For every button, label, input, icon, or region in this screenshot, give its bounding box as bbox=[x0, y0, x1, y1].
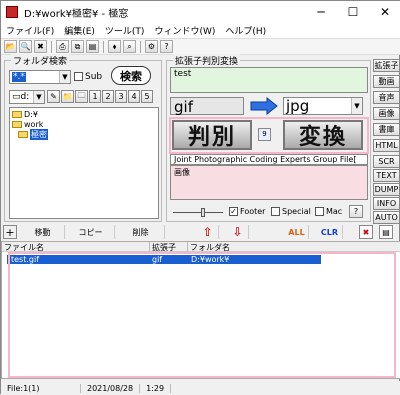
move-down-button[interactable]: ⇩ bbox=[227, 225, 249, 239]
from-extension-field[interactable]: gif bbox=[170, 97, 244, 116]
help-icon[interactable]: ? bbox=[160, 40, 173, 53]
menu-file[interactable]: ファイル(F) bbox=[1, 24, 59, 37]
chevron-down-icon[interactable]: ▼ bbox=[351, 98, 362, 114]
side-archive-button[interactable]: 書庫 bbox=[373, 123, 400, 136]
quality-slider[interactable] bbox=[173, 207, 223, 217]
side-auto-button[interactable]: AUTO bbox=[373, 211, 400, 224]
status-file-count: File:1(1) bbox=[1, 383, 81, 393]
arrow-right-icon bbox=[249, 96, 279, 116]
toolbar: 📂 🔍 ✖ ⎙ ⧉ ▤ ⬧ ⌕ ⚙ ? bbox=[1, 38, 400, 55]
side-text-button[interactable]: TEXT bbox=[373, 169, 400, 182]
search-icon[interactable]: 🔍 bbox=[19, 40, 32, 53]
copy-button[interactable]: コピー bbox=[67, 225, 115, 239]
chevron-down-icon[interactable]: ▼ bbox=[33, 91, 44, 103]
action-bar: + 移動 コピー 削除 ⇧ ⇩ ALL CLR ✖ ▤ bbox=[1, 225, 400, 239]
folder-up-icon[interactable]: 📁 bbox=[61, 90, 74, 103]
column-filename[interactable]: ファイル名 bbox=[2, 242, 150, 252]
side-dump-button[interactable]: DUMP bbox=[373, 183, 400, 196]
find-icon[interactable]: ⌕ bbox=[123, 40, 136, 53]
nav-button-1[interactable]: 1 bbox=[89, 90, 101, 103]
settings-icon[interactable]: ⚙ bbox=[145, 40, 158, 53]
side-scr-button[interactable]: SCR bbox=[373, 155, 400, 168]
close-button[interactable]: ✕ bbox=[369, 1, 400, 23]
folder-search-label: フォルダ検索 bbox=[11, 54, 70, 67]
title-bar: D:¥work¥極密¥ - 極窓 ─ ☐ ✕ bbox=[1, 1, 400, 23]
sub-checkbox[interactable]: Sub bbox=[74, 72, 102, 82]
side-info-button[interactable]: INFO bbox=[373, 197, 400, 210]
copy-icon[interactable]: ⧉ bbox=[71, 40, 84, 53]
count-field: 9 bbox=[258, 128, 271, 141]
converter-group: 拡張子判別変換 test gif jpg ▼ 判別 9 変換 Joint Pho… bbox=[166, 54, 371, 222]
move-up-button[interactable]: ⇧ bbox=[197, 225, 219, 239]
side-html-button[interactable]: HTML bbox=[373, 139, 400, 152]
chevron-down-icon[interactable]: ▼ bbox=[59, 71, 70, 83]
side-extension-button[interactable]: 拡張子 bbox=[373, 59, 400, 72]
status-bar: File:1(1) 2021/08/28 1:29 bbox=[1, 381, 400, 395]
app-icon bbox=[6, 6, 18, 18]
tree-item-gokumitsu[interactable]: 極密 bbox=[18, 129, 48, 140]
column-extension[interactable]: 拡張子 bbox=[150, 242, 188, 252]
tree-item-work[interactable]: work bbox=[12, 120, 43, 129]
add-button[interactable]: + bbox=[3, 225, 17, 239]
nav-button-4[interactable]: 4 bbox=[128, 90, 140, 103]
folder-icon bbox=[18, 131, 28, 138]
nav-button-5[interactable]: 5 bbox=[141, 90, 153, 103]
move-button[interactable]: 移動 bbox=[21, 225, 65, 239]
edit-icon[interactable]: ✎ bbox=[47, 90, 60, 103]
drive-combo[interactable]: ▭ d: ▼ bbox=[9, 90, 45, 104]
search-button[interactable]: 検索 bbox=[111, 66, 151, 85]
status-date: 2021/08/28 bbox=[81, 383, 141, 393]
file-list-highlight bbox=[8, 252, 396, 378]
category-field: 画像 bbox=[170, 165, 368, 200]
description-field: Joint Photographic Coding Experts Group … bbox=[170, 154, 368, 165]
delete-button[interactable]: 削除 bbox=[117, 225, 165, 239]
new-folder-icon[interactable]: 🗀 bbox=[75, 90, 88, 103]
converter-label: 拡張子判別変換 bbox=[173, 54, 241, 67]
tree-item-drive[interactable]: D:¥ bbox=[12, 110, 38, 119]
folder-tree[interactable]: D:¥ work 極密 bbox=[9, 107, 159, 219]
side-video-button[interactable]: 動画 bbox=[373, 75, 400, 88]
identify-button[interactable]: 判別 bbox=[172, 120, 252, 150]
delete-icon[interactable]: ✖ bbox=[34, 40, 47, 53]
file-list[interactable]: ファイル名 拡張子 フォルダ名 test.gif gif D:¥work¥ bbox=[1, 241, 400, 379]
side-audio-button[interactable]: 音声 bbox=[373, 91, 400, 104]
side-image-button[interactable]: 画像 bbox=[373, 107, 400, 120]
help-button[interactable]: ? bbox=[349, 205, 363, 218]
menu-window[interactable]: ウィンドウ(W) bbox=[149, 24, 220, 37]
window-title: D:¥work¥極密¥ - 極窓 bbox=[24, 8, 129, 20]
save-list-icon[interactable]: ▤ bbox=[379, 225, 393, 239]
status-time: 1:29 bbox=[140, 383, 172, 393]
main-window: D:¥work¥極密¥ - 極窓 ─ ☐ ✕ ファイル(F) 編集(E) ツール… bbox=[0, 0, 400, 395]
open-folder-icon[interactable]: 📂 bbox=[4, 40, 17, 53]
footer-checkbox[interactable]: Footer bbox=[229, 207, 265, 216]
clear-button[interactable]: CLR bbox=[317, 225, 343, 239]
pattern-combo[interactable]: *.* ▼ bbox=[9, 70, 71, 84]
file-list-header: ファイル名 拡張子 フォルダ名 bbox=[2, 242, 400, 252]
special-checkbox[interactable]: Special bbox=[271, 207, 311, 216]
convert-button[interactable]: 変換 bbox=[283, 120, 363, 150]
nav-button-2[interactable]: 2 bbox=[102, 90, 114, 103]
column-folder[interactable]: フォルダ名 bbox=[188, 242, 400, 252]
menu-help[interactable]: ヘルプ(H) bbox=[220, 24, 271, 37]
print-icon[interactable]: ⎙ bbox=[56, 40, 69, 53]
folder-icon bbox=[12, 121, 22, 128]
folder-icon bbox=[12, 111, 22, 118]
to-extension-combo[interactable]: jpg ▼ bbox=[283, 97, 363, 115]
select-all-button[interactable]: ALL bbox=[285, 225, 309, 239]
nav-button-3[interactable]: 3 bbox=[115, 90, 127, 103]
paste-icon[interactable]: ▤ bbox=[86, 40, 99, 53]
menu-bar: ファイル(F) 編集(E) ツール(T) ウィンドウ(W) ヘルプ(H) bbox=[1, 23, 400, 38]
tag-icon[interactable]: ⬧ bbox=[108, 40, 121, 53]
text-field[interactable]: test bbox=[170, 67, 368, 93]
menu-tools[interactable]: ツール(T) bbox=[100, 24, 150, 37]
menu-edit[interactable]: 編集(E) bbox=[59, 24, 100, 37]
close-list-icon[interactable]: ✖ bbox=[359, 225, 373, 239]
folder-search-group: フォルダ検索 *.* ▼ Sub 検索 ▭ d: ▼ ✎ 📁 🗀 1 2 3 4… bbox=[4, 54, 162, 222]
maximize-button[interactable]: ☐ bbox=[337, 1, 369, 23]
minimize-button[interactable]: ─ bbox=[305, 1, 337, 23]
mac-checkbox[interactable]: Mac bbox=[315, 207, 342, 216]
